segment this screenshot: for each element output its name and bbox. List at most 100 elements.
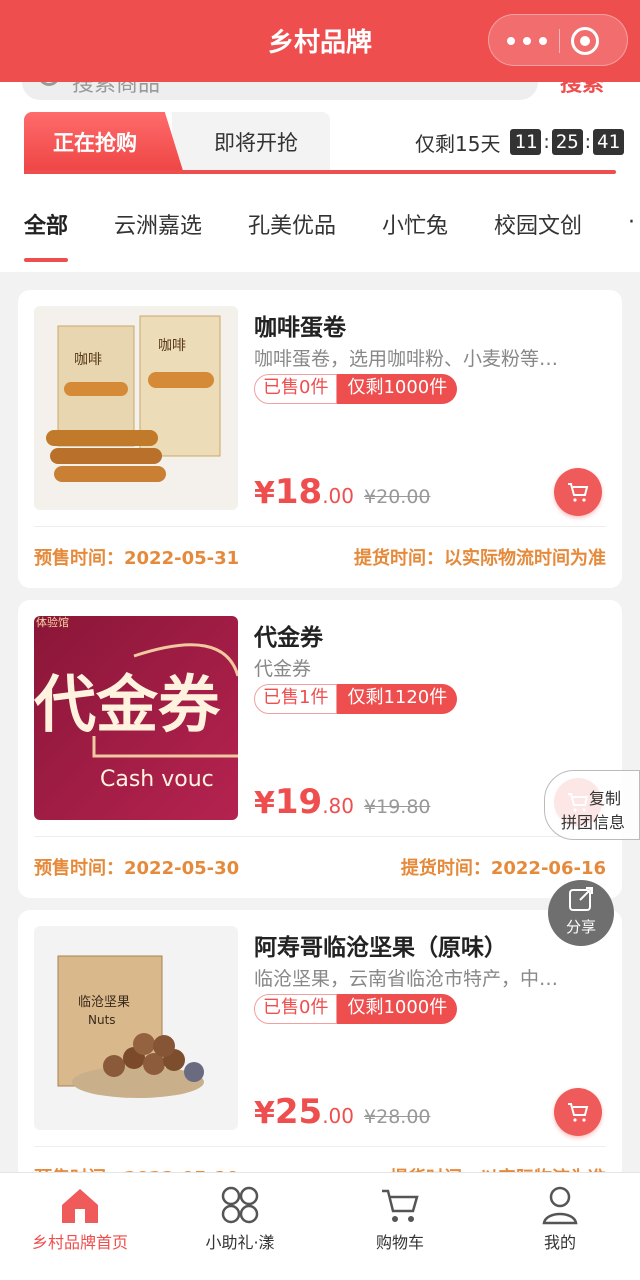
nav-gift[interactable]: 小助礼·漾 <box>160 1173 320 1280</box>
nav-home-label: 乡村品牌首页 <box>31 1233 128 1252</box>
svg-text:咖啡: 咖啡 <box>74 352 102 368</box>
category-more-indicator: · <box>628 210 635 235</box>
product-image-coffee-rolls: 咖啡 咖啡 <box>34 306 238 510</box>
stock-tags: 已售0件 仅剩1000件 <box>254 994 458 1024</box>
countdown-minutes: 25 <box>551 129 583 155</box>
tab-upcoming[interactable]: 即将开抢 <box>172 112 330 174</box>
original-price: ¥20.00 <box>364 486 431 508</box>
stock-left: 仅剩1120件 <box>337 684 458 714</box>
tab-underline <box>24 170 616 174</box>
share-button[interactable]: 分享 <box>548 880 614 946</box>
price-integer: 19 <box>274 782 323 822</box>
countdown: 仅剩15天 11 : 25 : 41 <box>415 128 624 156</box>
category-yunzhou[interactable]: 云洲嘉选 <box>114 208 202 240</box>
more-icon[interactable] <box>507 29 547 53</box>
svg-text:体验馆: 体验馆 <box>36 616 69 629</box>
search-icon <box>38 82 60 86</box>
product-card[interactable]: 咖啡 咖啡 咖啡蛋卷 咖啡蛋卷，选用咖啡粉、小麦粉等… 已售0件 仅剩1000件… <box>18 290 622 588</box>
countdown-seconds: 41 <box>593 129 624 155</box>
category-xiaomangtu[interactable]: 小忙兔 <box>382 208 448 240</box>
price-integer: 18 <box>274 472 323 512</box>
svg-text:Nuts: Nuts <box>88 1013 116 1027</box>
price-integer: 25 <box>274 1092 323 1132</box>
product-image-nuts: 临沧坚果 Nuts <box>34 926 238 1130</box>
presale-time: 预售时间：2022-05-31 <box>34 548 240 569</box>
capsule-divider <box>559 29 560 53</box>
product-name: 咖啡蛋卷 <box>254 315 346 341</box>
countdown-label: 仅剩15天 <box>415 131 501 156</box>
pickup-time: 提货时间：以实际物流时间为准 <box>354 548 606 569</box>
original-price: ¥28.00 <box>364 1106 431 1128</box>
pickup-time: 提货时间：2022-06-16 <box>400 858 606 879</box>
currency-symbol: ¥ <box>254 786 275 821</box>
countdown-colon: : <box>584 131 592 153</box>
cart-icon <box>568 1103 589 1122</box>
price: ¥ 18 .00 ¥20.00 <box>254 472 431 512</box>
product-desc: 咖啡蛋卷，选用咖啡粉、小麦粉等… <box>254 348 559 370</box>
copy-label: 复制 <box>589 789 622 808</box>
tab-flash-sale[interactable]: 正在抢购 <box>24 112 184 174</box>
home-icon <box>62 1189 98 1223</box>
top-bar: 乡村品牌 <box>0 0 640 82</box>
countdown-hours: 11 <box>510 129 542 155</box>
miniprogram-capsule <box>488 14 628 66</box>
category-underline <box>24 258 68 262</box>
close-target-icon[interactable] <box>571 27 599 55</box>
category-tabs: 全部 云洲嘉选 孔美优品 小忙兔 校园文创 · <box>0 180 640 272</box>
currency-symbol: ¥ <box>254 1096 275 1131</box>
product-name: 代金券 <box>254 625 323 651</box>
category-kongmei[interactable]: 孔美优品 <box>248 208 336 240</box>
search-bar: 搜索商品 搜索 <box>0 82 640 104</box>
product-card[interactable]: 临沧坚果 Nuts 阿寿哥临沧坚果（原味） 临沧坚果，云南省临沧市特产，中… 已… <box>18 910 622 1208</box>
card-divider <box>34 526 606 527</box>
stock-left: 仅剩1000件 <box>337 374 458 404</box>
product-name: 阿寿哥临沧坚果（原味） <box>254 935 507 961</box>
original-price: ¥19.80 <box>364 796 431 818</box>
sold-count: 已售0件 <box>254 374 338 404</box>
copy-group-info-button[interactable]: 复制 拼团信息 <box>544 770 640 840</box>
add-to-cart-button[interactable] <box>554 1088 602 1136</box>
price: ¥ 19 .80 ¥19.80 <box>254 782 431 822</box>
add-to-cart-button[interactable] <box>554 468 602 516</box>
sold-count: 已售0件 <box>254 994 338 1024</box>
nav-gift-label: 小助礼·漾 <box>205 1233 275 1252</box>
nav-cart-label: 购物车 <box>375 1233 424 1252</box>
price-decimal: .00 <box>322 1104 355 1128</box>
price-decimal: .00 <box>322 484 355 508</box>
search-placeholder: 搜索商品 <box>72 82 161 97</box>
user-icon <box>542 1186 578 1225</box>
category-campus[interactable]: 校园文创 <box>494 208 582 240</box>
sale-tabs-row: 即将开抢 正在抢购 仅剩15天 11 : 25 : 41 <box>0 104 640 180</box>
nav-mine[interactable]: 我的 <box>480 1173 640 1280</box>
product-desc: 临沧坚果，云南省临沧市特产，中… <box>254 968 559 990</box>
card-divider <box>34 1146 606 1147</box>
svg-text:代金券: 代金券 <box>34 668 221 741</box>
nav-cart[interactable]: 购物车 <box>320 1173 480 1280</box>
product-image-voucher: 体验馆 代金券 Cash vouc <box>34 616 238 820</box>
countdown-colon: : <box>543 131 550 153</box>
product-card[interactable]: 体验馆 代金券 Cash vouc 代金券 代金券 已售1件 仅剩1120件 ¥… <box>18 600 622 898</box>
product-desc: 代金券 <box>254 658 312 680</box>
currency-symbol: ¥ <box>254 476 275 511</box>
search-button[interactable]: 搜索 <box>560 82 604 98</box>
price: ¥ 25 .00 ¥28.00 <box>254 1092 431 1132</box>
share-icon <box>569 887 593 911</box>
card-divider <box>34 836 606 837</box>
stock-left: 仅剩1000件 <box>337 994 458 1024</box>
grid-icon <box>221 1186 259 1224</box>
price-decimal: .80 <box>322 794 355 818</box>
share-label: 分享 <box>565 918 596 936</box>
svg-text:Cash vouc: Cash vouc <box>100 767 214 792</box>
svg-text:临沧坚果: 临沧坚果 <box>78 994 130 1010</box>
category-all[interactable]: 全部 <box>24 208 68 240</box>
stock-tags: 已售0件 仅剩1000件 <box>254 374 458 404</box>
svg-text:咖啡: 咖啡 <box>158 338 186 354</box>
group-info-label: 拼团信息 <box>561 813 626 832</box>
bottom-nav: 乡村品牌首页 小助礼·漾 购物车 我的 <box>0 1172 640 1280</box>
stock-tags: 已售1件 仅剩1120件 <box>254 684 458 714</box>
cart-icon <box>382 1189 419 1222</box>
nav-home[interactable]: 乡村品牌首页 <box>0 1173 160 1280</box>
search-input[interactable]: 搜索商品 <box>22 82 538 100</box>
sold-count: 已售1件 <box>254 684 338 714</box>
nav-mine-label: 我的 <box>543 1233 576 1252</box>
